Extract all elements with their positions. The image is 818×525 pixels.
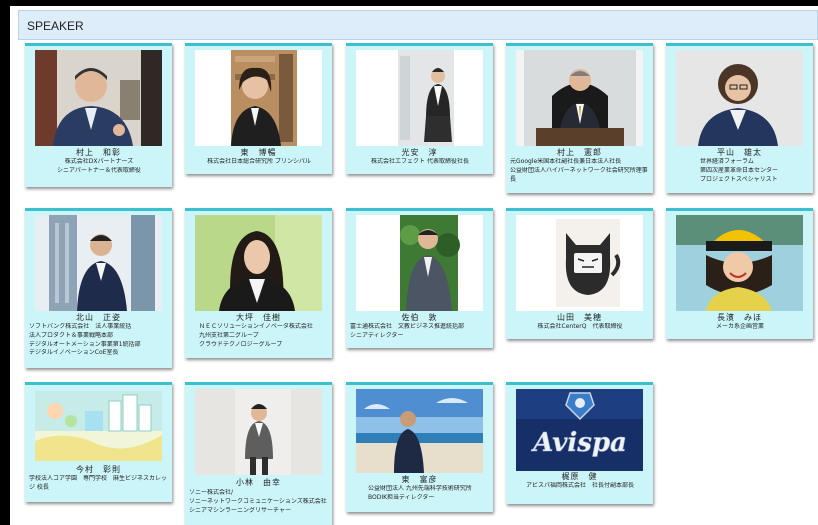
speaker-card[interactable]: 村上 憲郎 元Google米国本社副社長兼日本法人社長 公益財団法人ハイパーネッ… (506, 43, 653, 193)
page-frame: SPEAKER 村上 和彰 株式会社DXパートナーズ シニアパートナー＆代表取締… (10, 6, 818, 525)
speaker-title: ＮＥＣソリューションイノベータ株式会社 九州支社第二グループ クラウドテクノロジ… (199, 323, 313, 348)
speaker-card[interactable]: 東 博暢 株式会社日本総合研究所 プリンシパル (185, 43, 332, 174)
speaker-name: 山田 美穂 (557, 313, 602, 322)
speaker-photo (35, 215, 162, 311)
speaker-title: 学校法人コア学園 専門学校 麻生ビジネスカレッジ 校長 (29, 475, 168, 491)
speaker-photo (356, 215, 483, 311)
speaker-card[interactable]: 大坪 佳樹 ＮＥＣソリューションイノベータ株式会社 九州支社第二グループ クラウ… (185, 208, 332, 358)
speaker-card[interactable]: Avispa 梶原 健 アビスパ福岡株式会社 社長付副本部長 (506, 382, 653, 504)
speaker-name: 北山 正姿 (76, 313, 121, 322)
speaker-name: 今村 彰則 (76, 465, 121, 474)
speaker-photo (516, 215, 643, 311)
speaker-name: 梶原 健 (561, 472, 598, 481)
speaker-name: 平山 雄太 (717, 148, 762, 157)
avispa-logo-text: Avispa (530, 428, 627, 458)
speaker-name: 佐伯 敦 (401, 313, 438, 322)
speaker-title: 公益財団法人 九州先端科学技術研究所 BODIK担当ディレクター (368, 485, 472, 501)
speaker-photo (676, 50, 803, 146)
speaker-card[interactable]: 光安 淳 株式会社エフェクト 代表取締役社長 (346, 43, 493, 174)
speaker-title: 元Google米国本社副社長兼日本法人社長 公益財団法人ハイパーネットワーク社会… (510, 158, 648, 183)
speaker-logo: Avispa (516, 389, 643, 471)
speaker-title: 株式会社DXパートナーズ シニアパートナー＆代表取締役 (57, 158, 141, 174)
speaker-name: 長濱 みほ (717, 313, 762, 322)
speaker-title: 株式会社CenterQ 代表取締役 (537, 323, 623, 330)
speaker-name: 光安 淳 (401, 148, 438, 157)
speaker-card[interactable]: 山田 美穂 株式会社CenterQ 代表取締役 (506, 208, 653, 339)
section-title: SPEAKER (27, 19, 84, 33)
speaker-name: 東 富彦 (401, 475, 438, 484)
speaker-photo (516, 50, 643, 146)
speaker-card[interactable]: 長濱 みほ メーカ系企画営業 (666, 208, 813, 339)
speaker-card[interactable]: 佐伯 敦 富士通株式会社 文教ビジネス推進統括部 シニアディレクター (346, 208, 493, 348)
speaker-card[interactable]: 村上 和彰 株式会社DXパートナーズ シニアパートナー＆代表取締役 (25, 43, 172, 187)
speaker-photo (356, 50, 483, 146)
speaker-name: 小林 由幸 (236, 478, 281, 487)
speaker-name: 村上 和彰 (76, 148, 121, 157)
speaker-title: メーカ系企画営業 (715, 323, 764, 330)
speaker-title: 世界経済フォーラム 第四次産業革命日本センター プロジェクトスペシャリスト (700, 158, 779, 183)
speaker-title: 富士通株式会社 文教ビジネス推進統括部 シニアディレクター (350, 323, 465, 339)
speaker-photo (356, 389, 483, 473)
section-header: SPEAKER (18, 10, 818, 40)
speaker-title: 株式会社日本総合研究所 プリンシパル (207, 158, 311, 165)
speaker-title: ソニー株式会社/ ソニーネットワークコミュニケーションズ株式会社 シニアマシンラ… (189, 489, 327, 514)
speaker-name: 東 博暢 (240, 148, 277, 157)
speaker-title: アビスパ福岡株式会社 社長付副本部長 (525, 482, 634, 489)
speaker-title: ソフトバンク株式会社 法人事業統括 法人プロダクト＆事業戦略本部 デジタルオート… (29, 323, 141, 357)
speaker-name: 村上 憲郎 (557, 148, 602, 157)
speaker-photo (195, 389, 322, 475)
speaker-card[interactable]: 平山 雄太 世界経済フォーラム 第四次産業革命日本センター プロジェクトスペシャ… (666, 43, 813, 193)
speaker-photo (195, 50, 322, 146)
speaker-name: 大坪 佳樹 (236, 313, 281, 322)
speaker-photo (35, 391, 162, 461)
speaker-card[interactable]: 北山 正姿 ソフトバンク株式会社 法人事業統括 法人プロダクト＆事業戦略本部 デ… (25, 208, 172, 368)
speaker-title: 株式会社エフェクト 代表取締役社長 (371, 158, 469, 165)
speaker-photo (676, 215, 803, 311)
speaker-card[interactable]: 東 富彦 公益財団法人 九州先端科学技術研究所 BODIK担当ディレクター (346, 382, 493, 512)
speaker-card[interactable]: 今村 彰則 学校法人コア学園 専門学校 麻生ビジネスカレッジ 校長 (25, 382, 172, 502)
speaker-photo (35, 50, 162, 146)
speaker-card[interactable]: 小林 由幸 ソニー株式会社/ ソニーネットワークコミュニケーションズ株式会社 シ… (185, 382, 332, 525)
speaker-photo (195, 215, 322, 311)
